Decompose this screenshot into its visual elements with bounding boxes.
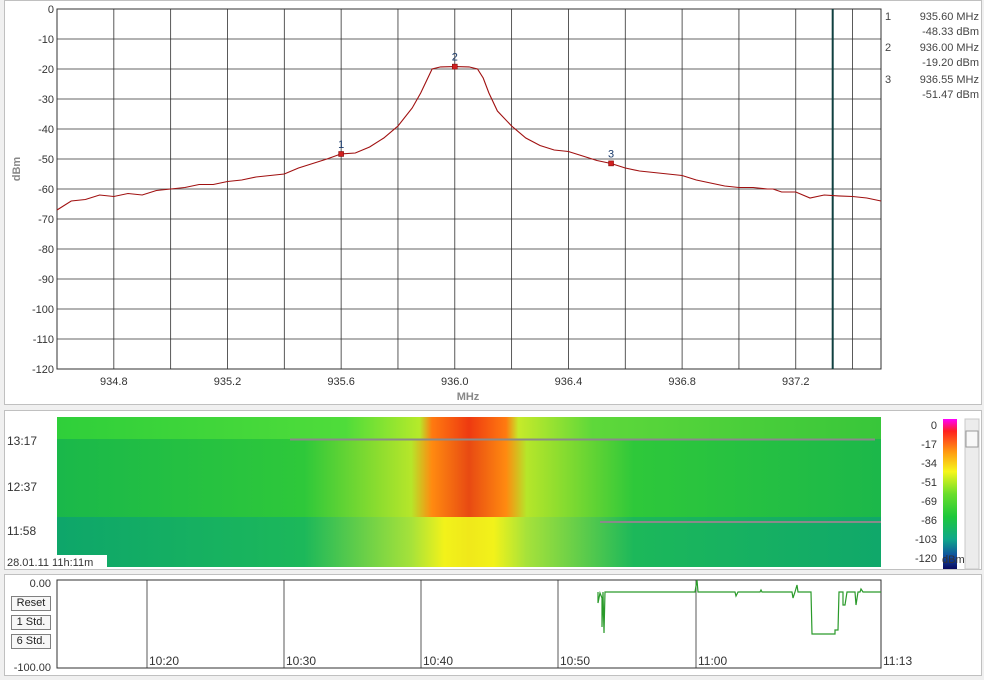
marker-3-freq: 936.55 MHz — [920, 74, 979, 86]
timeline-tick-label: 11:13 — [883, 654, 912, 668]
colorbar-tick-label: -120 — [915, 553, 937, 565]
colorbar-tick-label: -86 — [921, 515, 937, 527]
timeline-chart[interactable]: 10:20 10:30 10:40 10:50 11:00 11:13 0.00 -100… — [5, 575, 983, 677]
colorbar-tick-label: -17 — [921, 439, 937, 451]
marker-2-freq: 936.00 MHz — [920, 42, 979, 54]
timeline-y-bottom: -100.00 — [14, 662, 51, 674]
marker-1-freq: 935.60 MHz — [920, 11, 979, 23]
waterfall-time-label: 13:17 — [7, 434, 37, 448]
y-tick-label: -70 — [38, 214, 54, 226]
waterfall-band-middle — [57, 439, 881, 517]
marker-1-level: -48.33 dBm — [922, 26, 979, 38]
colorbar-unit: dBm — [942, 554, 965, 566]
timeline-tick-label: 10:50 — [560, 654, 590, 668]
x-tick-label: 936.8 — [668, 376, 696, 388]
marker-1-label: 1 — [338, 139, 344, 151]
x-axis-label: MHz — [457, 391, 480, 403]
x-tick-label: 936.4 — [555, 376, 583, 388]
y-tick-label: -90 — [38, 274, 54, 286]
colorbar-tick-label: -103 — [915, 534, 937, 546]
marker-readout: 1 935.60 MHz -48.33 dBm 2 936.00 MHz -19… — [885, 11, 979, 101]
y-tick-label: -60 — [38, 184, 54, 196]
y-tick-label: 0 — [48, 4, 54, 16]
x-tick-label: 935.2 — [214, 376, 242, 388]
one-std-button[interactable]: 1 Std. — [11, 615, 51, 630]
waterfall-scrollbar[interactable] — [964, 418, 980, 570]
scrollbar-thumb[interactable] — [965, 430, 979, 448]
marker-2-number: 2 — [885, 42, 891, 54]
y-tick-label: -50 — [38, 154, 54, 166]
y-axis-ticks: 0 -10 -20 -30 -40 -50 -60 -70 -80 -90 -100 -110 -120 — [32, 4, 54, 376]
waterfall-band-recent — [57, 417, 881, 439]
marker-3-number: 3 — [885, 74, 891, 86]
y-tick-label: -80 — [38, 244, 54, 256]
x-tick-label: 935.6 — [327, 376, 355, 388]
waterfall-panel: 13:17 12:37 11:58 28.01.11 11h:11m 0 -17 -… — [4, 410, 982, 570]
spectrum-chart[interactable]: 0 -10 -20 -30 -40 -50 -60 -70 -80 -90 -100 -110 -120… — [5, 1, 983, 406]
x-tick-label: 937.2 — [782, 376, 810, 388]
timeline-tick-label: 10:20 — [149, 654, 179, 668]
marker-1-number: 1 — [885, 11, 891, 23]
timeline-plot-area[interactable] — [56, 579, 882, 669]
marker-1-point[interactable] — [338, 151, 344, 157]
x-axis-ticks: 934.8 935.2 935.6 936.0 936.4 936.8 937.2 — [100, 376, 809, 388]
spectrum-panel: 0 -10 -20 -30 -40 -50 -60 -70 -80 -90 -100 -110 -120… — [4, 0, 982, 405]
colorbar-tick-label: -34 — [921, 458, 937, 470]
timeline-panel: 10:20 10:30 10:40 10:50 11:00 11:13 0.00 -100… — [4, 574, 982, 676]
y-axis-label: dBm — [11, 157, 23, 182]
y-tick-label: -120 — [32, 364, 54, 376]
y-tick-label: -110 — [33, 334, 54, 346]
timeline-y-top: 0.00 — [30, 578, 51, 590]
y-tick-label: -30 — [38, 94, 54, 106]
colorbar — [943, 419, 957, 569]
timeline-tick-label: 11:00 — [698, 654, 727, 668]
colorbar-tick-label: -69 — [921, 496, 937, 508]
colorbar-ticks: 0 -17 -34 -51 -69 -86 -103 -120 — [915, 420, 937, 565]
marker-3-level: -51.47 dBm — [922, 89, 979, 101]
colorbar-tick-label: -51 — [921, 477, 937, 489]
marker-3-point[interactable] — [608, 160, 614, 167]
timeline-tick-label: 10:40 — [423, 654, 453, 668]
waterfall-chart[interactable]: 13:17 12:37 11:58 28.01.11 11h:11m 0 -17 -… — [5, 411, 983, 571]
six-std-button[interactable]: 6 Std. — [11, 634, 51, 649]
waterfall-time-label: 11:58 — [7, 524, 36, 538]
x-tick-label: 934.8 — [100, 376, 128, 388]
colorbar-tick-label: 0 — [931, 420, 937, 432]
y-tick-label: -20 — [38, 64, 54, 76]
waterfall-footer-label: 28.01.11 11h:11m — [7, 557, 93, 569]
marker-2-point[interactable] — [452, 63, 458, 70]
waterfall-time-label: 12:37 — [7, 480, 37, 494]
marker-2-level: -19.20 dBm — [922, 57, 979, 69]
y-tick-label: -40 — [38, 124, 54, 136]
reset-button[interactable]: Reset — [11, 596, 51, 611]
y-tick-label: -10 — [38, 34, 54, 46]
x-tick-label: 936.0 — [441, 376, 469, 388]
timeline-tick-label: 10:30 — [286, 654, 316, 668]
marker-2-label: 2 — [452, 52, 458, 64]
waterfall-band-old — [57, 517, 881, 567]
y-tick-label: -100 — [32, 304, 54, 316]
marker-3-label: 3 — [608, 148, 614, 160]
